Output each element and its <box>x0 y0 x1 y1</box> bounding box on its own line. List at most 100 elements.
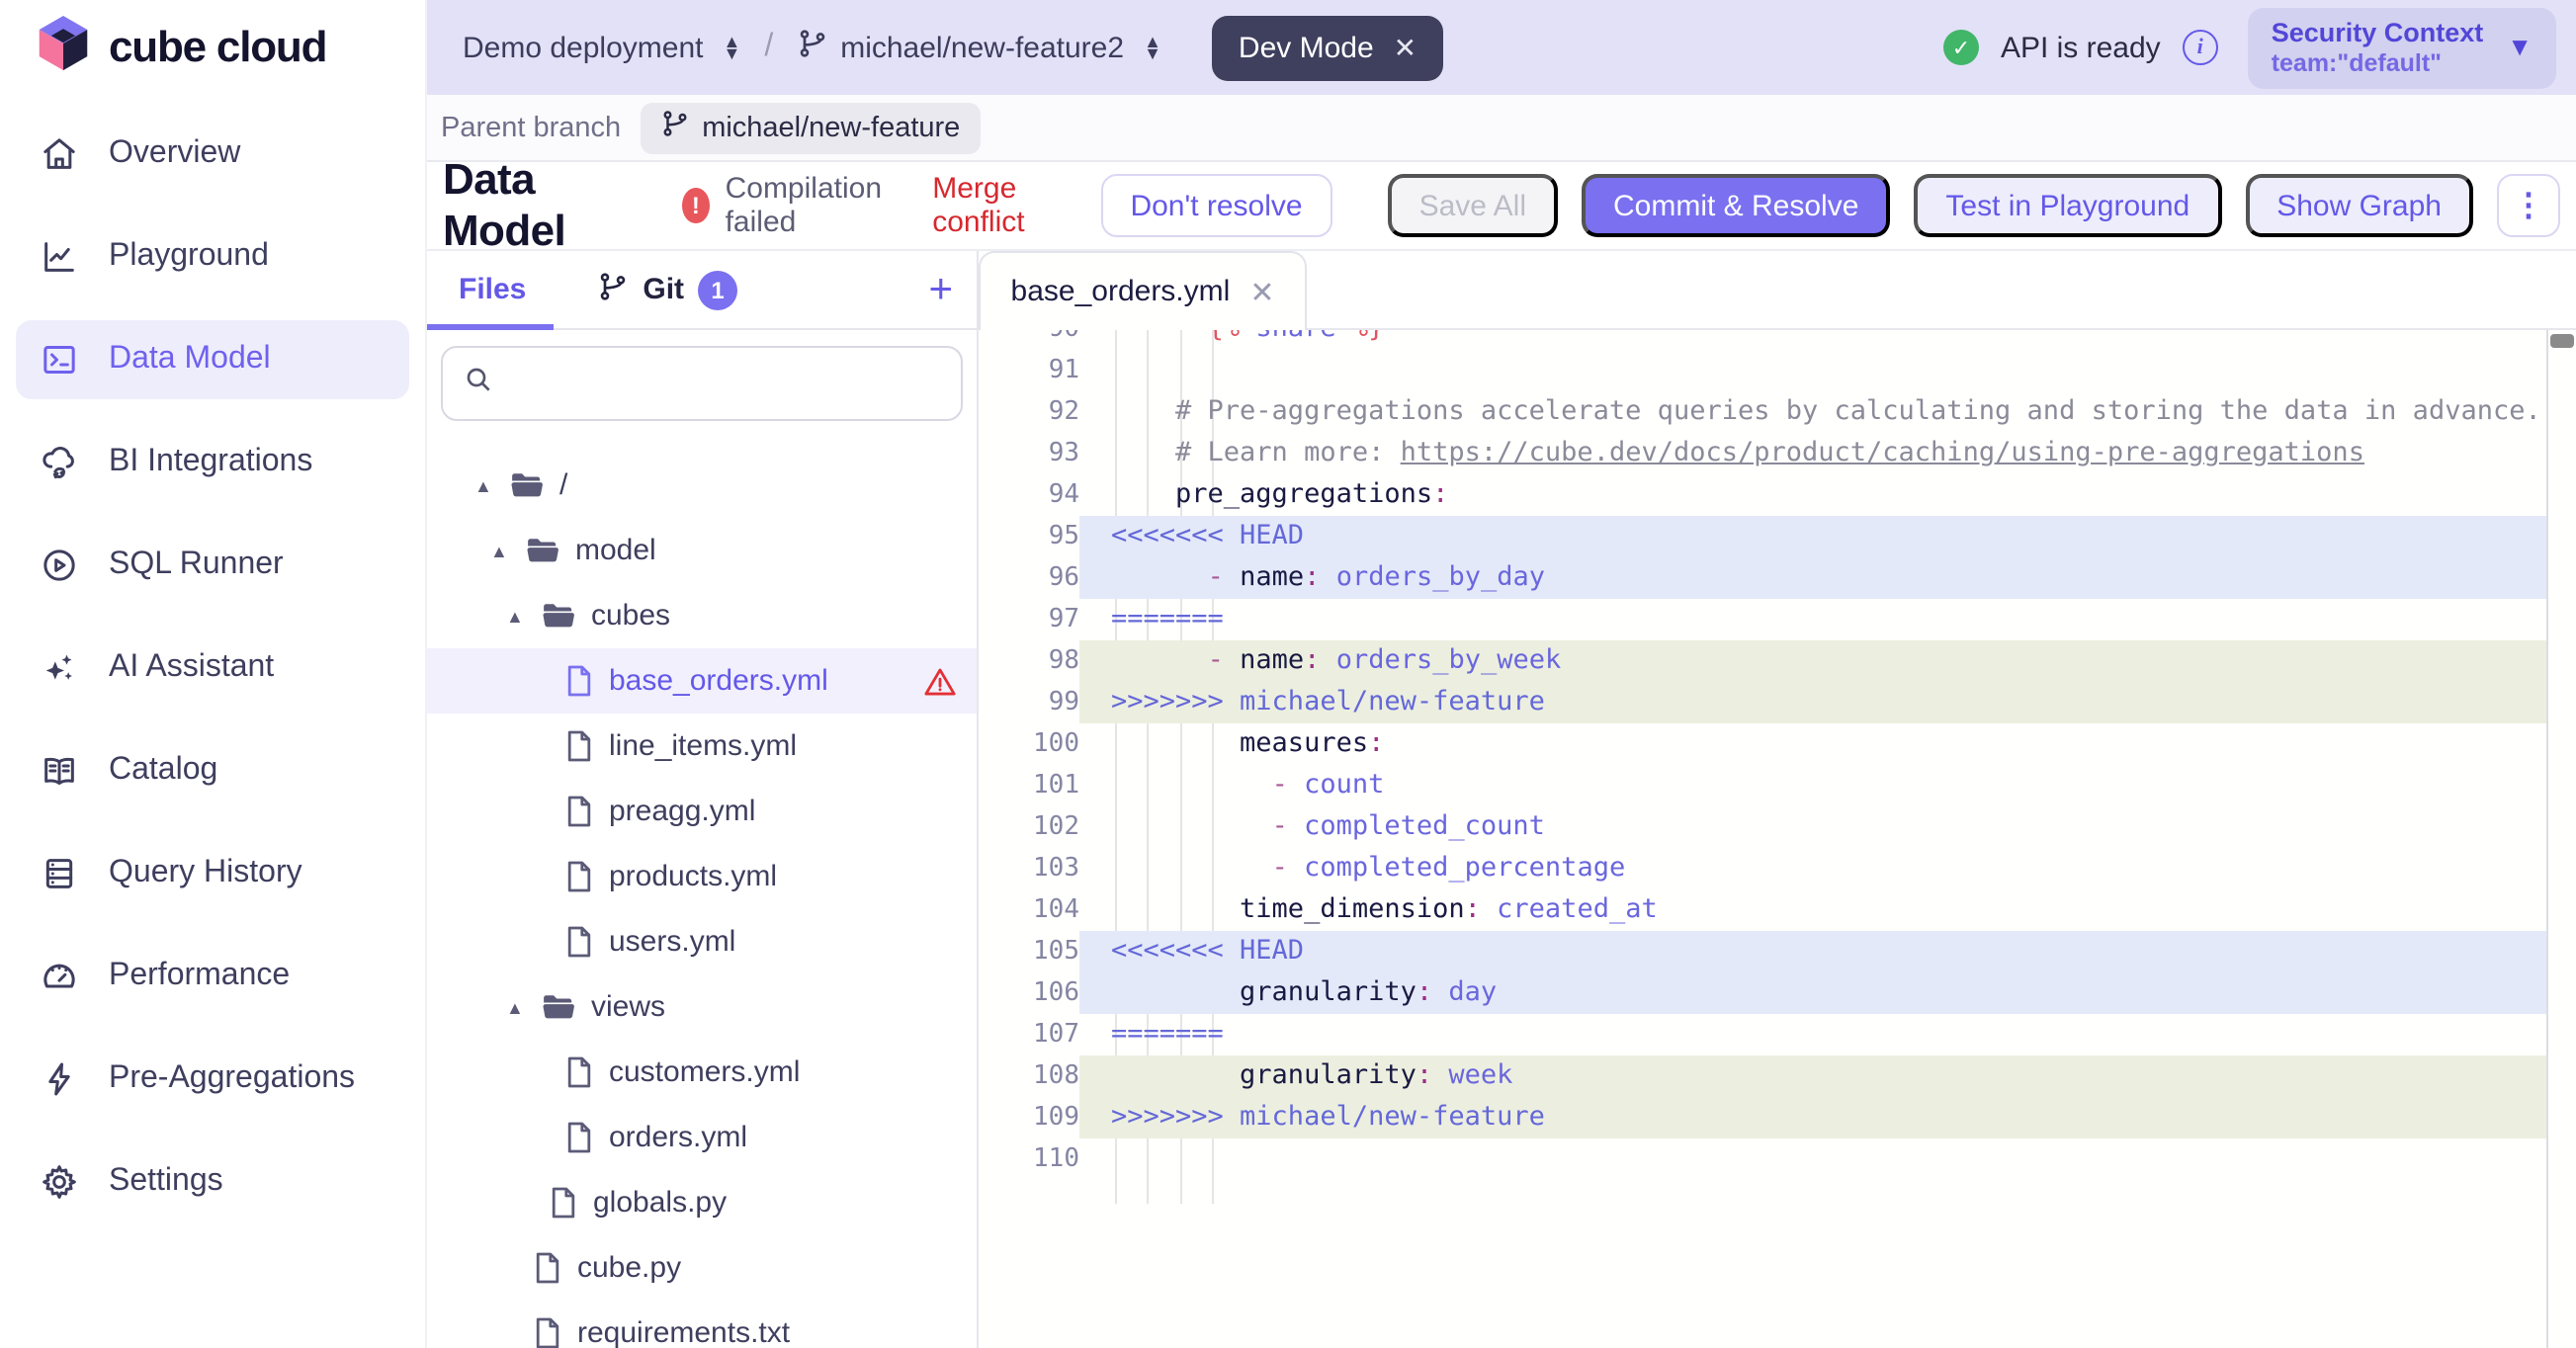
sidebar-item-sql-runner[interactable]: SQL Runner <box>16 526 409 605</box>
editor-tab-base-orders[interactable]: base_orders.yml ✕ <box>979 251 1307 330</box>
sidebar-item-overview[interactable]: Overview <box>16 115 409 194</box>
tab-files[interactable]: Files <box>443 251 542 328</box>
code-line-91[interactable]: 91 <box>979 350 2576 391</box>
tree-folder-model[interactable]: ▲model <box>427 518 977 583</box>
code-line-95[interactable]: 95<<<<<<< HEAD <box>979 516 2576 557</box>
dev-mode-badge[interactable]: Dev Mode ✕ <box>1213 15 1442 80</box>
code-line-92[interactable]: 92 # Pre-aggregations accelerate queries… <box>979 391 2576 433</box>
sidebar-item-bi-integrations[interactable]: BI Integrations <box>16 423 409 502</box>
line-content: {% share %} <box>1079 330 2546 350</box>
line-number: 103 <box>979 848 1079 889</box>
tab-git[interactable]: Git 1 <box>597 270 737 309</box>
branch-switcher[interactable]: michael/new-feature2 ▲▼ <box>797 28 1161 67</box>
file-icon <box>550 1186 577 1220</box>
code-line-90[interactable]: 90 {% share %} <box>979 330 2576 350</box>
close-icon[interactable]: ✕ <box>1249 274 1274 309</box>
tree-item-label: customers.yml <box>609 1055 800 1089</box>
path-separator: / <box>764 30 773 65</box>
code-line-97[interactable]: 97======= <box>979 599 2576 640</box>
tree-item-label: globals.py <box>593 1186 727 1220</box>
file-search[interactable] <box>441 346 963 421</box>
deployment-switcher[interactable]: Demo deployment ▲▼ <box>463 31 740 64</box>
sidebar-item-pre-aggregations[interactable]: Pre-Aggregations <box>16 1040 409 1119</box>
code-line-108[interactable]: 108 granularity: week <box>979 1055 2576 1097</box>
sidebar-item-settings[interactable]: Settings <box>16 1142 409 1222</box>
code-line-96[interactable]: 96 - name: orders_by_day <box>979 557 2576 599</box>
expand-triangle-icon[interactable]: ▲ <box>490 541 510 560</box>
api-status: API is ready <box>2001 31 2161 64</box>
more-options-button[interactable]: ⋮ <box>2497 174 2560 237</box>
search-input[interactable] <box>510 366 941 401</box>
tree-file-customers-yml[interactable]: customers.yml <box>427 1040 977 1105</box>
sidebar-item-label: Query History <box>109 856 302 891</box>
parent-branch-pill[interactable]: michael/new-feature <box>641 102 980 153</box>
line-content: <<<<<<< HEAD <box>1079 931 2546 972</box>
code-line-109[interactable]: 109>>>>>>> michael/new-feature <box>979 1097 2576 1138</box>
code-line-106[interactable]: 106 granularity: day <box>979 972 2576 1014</box>
expand-triangle-icon[interactable]: ▲ <box>506 606 526 626</box>
tree-folder-[interactable]: ▲/ <box>427 453 977 518</box>
file-panel: Files Git 1 <box>427 251 979 1348</box>
tree-file-base-orders-yml[interactable]: base_orders.yml <box>427 648 977 714</box>
info-icon[interactable]: i <box>2183 30 2218 65</box>
code-line-98[interactable]: 98 - name: orders_by_week <box>979 640 2576 682</box>
expand-triangle-icon[interactable]: ▲ <box>474 475 494 495</box>
dont-resolve-button[interactable]: Don't resolve <box>1100 174 1331 237</box>
sidebar-item-data-model[interactable]: Data Model <box>16 320 409 399</box>
sidebar-item-performance[interactable]: Performance <box>16 937 409 1016</box>
show-graph-button[interactable]: Show Graph <box>2245 174 2473 237</box>
code-line-101[interactable]: 101 - count <box>979 765 2576 806</box>
code-line-99[interactable]: 99>>>>>>> michael/new-feature <box>979 682 2576 723</box>
tree-file-globals-py[interactable]: globals.py <box>427 1170 977 1235</box>
code-line-105[interactable]: 105<<<<<<< HEAD <box>979 931 2576 972</box>
page-toolbar: Data Model ! Compilation failed Merge co… <box>427 162 2576 249</box>
tree-file-preagg-yml[interactable]: preagg.yml <box>427 779 977 844</box>
code-line-94[interactable]: 94 pre_aggregations: <box>979 474 2576 516</box>
sidebar-item-query-history[interactable]: Query History <box>16 834 409 913</box>
code-editor: base_orders.yml ✕ 90 {% share %}9192 # P… <box>979 251 2576 1348</box>
tree-file-requirements-txt[interactable]: requirements.txt <box>427 1301 977 1348</box>
code-line-110[interactable]: 110 <box>979 1138 2576 1180</box>
line-content: measures: <box>1079 723 2546 765</box>
close-icon[interactable]: ✕ <box>1394 31 1417 64</box>
sidebar-item-playground[interactable]: Playground <box>16 217 409 296</box>
tree-item-label: cube.py <box>577 1251 681 1285</box>
sidebar-item-catalog[interactable]: Catalog <box>16 731 409 810</box>
code-area[interactable]: 90 {% share %}9192 # Pre-aggregations ac… <box>979 330 2576 1348</box>
save-all-button[interactable]: Save All <box>1388 174 1558 237</box>
security-context-value: team:"default" <box>2272 48 2484 78</box>
gear-icon <box>40 1162 79 1202</box>
test-in-playground-button[interactable]: Test in Playground <box>1914 174 2221 237</box>
code-line-107[interactable]: 107======= <box>979 1014 2576 1055</box>
tree-file-line-items-yml[interactable]: line_items.yml <box>427 714 977 779</box>
tree-folder-cubes[interactable]: ▲cubes <box>427 583 977 648</box>
sidebar-item-ai-assistant[interactable]: AI Assistant <box>16 629 409 708</box>
tree-item-label: base_orders.yml <box>609 664 828 698</box>
editor-scrollbar[interactable] <box>2546 330 2576 1348</box>
tree-file-users-yml[interactable]: users.yml <box>427 909 977 974</box>
tree-file-products-yml[interactable]: products.yml <box>427 844 977 909</box>
file-icon <box>565 1121 593 1154</box>
folder-icon <box>542 992 575 1022</box>
security-context-dropdown[interactable]: Security Context team:"default" ▼ <box>2248 7 2556 88</box>
commit-resolve-button[interactable]: Commit & Resolve <box>1582 174 1890 237</box>
scrollbar-thumb[interactable] <box>2550 334 2574 348</box>
add-file-button[interactable]: + <box>928 269 953 310</box>
logo[interactable]: cube cloud <box>0 0 427 95</box>
line-number: 101 <box>979 765 1079 806</box>
line-number: 93 <box>979 433 1079 474</box>
code-line-93[interactable]: 93 # Learn more: https://cube.dev/docs/p… <box>979 433 2576 474</box>
code-line-104[interactable]: 104 time_dimension: created_at <box>979 889 2576 931</box>
line-number: 100 <box>979 723 1079 765</box>
line-number: 92 <box>979 391 1079 433</box>
editor-tab-row: base_orders.yml ✕ <box>979 251 2576 330</box>
line-content: - name: orders_by_day <box>1079 557 2546 599</box>
code-line-102[interactable]: 102 - completed_count <box>979 806 2576 848</box>
tree-folder-views[interactable]: ▲views <box>427 974 977 1040</box>
code-line-103[interactable]: 103 - completed_percentage <box>979 848 2576 889</box>
main-content: Parent branch michael/new-feature Data M… <box>427 95 2576 1348</box>
tree-file-cube-py[interactable]: cube.py <box>427 1235 977 1301</box>
code-line-100[interactable]: 100 measures: <box>979 723 2576 765</box>
expand-triangle-icon[interactable]: ▲ <box>506 997 526 1017</box>
tree-file-orders-yml[interactable]: orders.yml <box>427 1105 977 1170</box>
